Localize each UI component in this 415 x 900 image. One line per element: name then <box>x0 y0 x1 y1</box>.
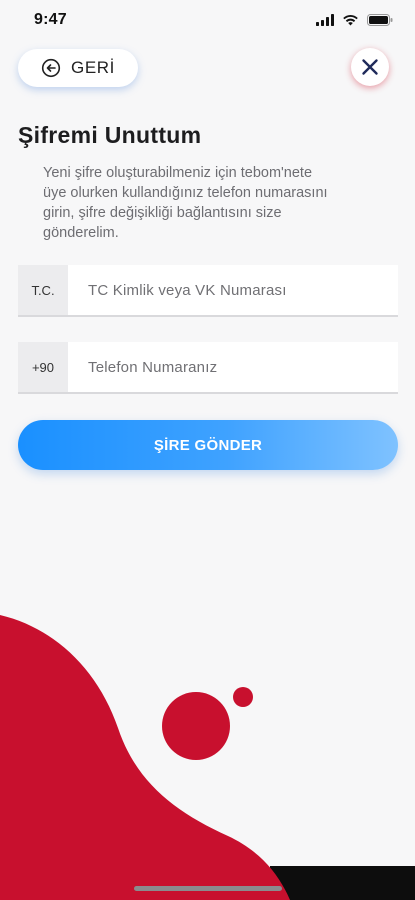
red-wave-shape <box>0 615 290 900</box>
status-time: 9:47 <box>34 11 67 28</box>
small-red-dot <box>233 687 253 707</box>
description-line: girin, şifre değişikliği bağlantısını si… <box>43 205 282 221</box>
close-button[interactable] <box>351 48 389 86</box>
wifi-icon <box>343 15 358 26</box>
forgot-password-screen: 9:47 GERİ Şifremi Unuttum Yeni şifre olu… <box>0 0 415 900</box>
phone-number-field: +90 <box>18 342 398 394</box>
large-red-dot <box>162 692 230 760</box>
close-icon <box>362 59 378 75</box>
back-button[interactable]: GERİ <box>18 49 138 87</box>
page-title: Şifremi Unuttum <box>18 122 202 148</box>
decorative-red-wave <box>0 615 415 900</box>
description-text: Yeni şifre oluşturabilmeniz için tebom'n… <box>43 163 383 243</box>
battery-icon <box>367 14 393 26</box>
signal-icon <box>316 14 334 26</box>
bottom-dark-strip <box>270 866 415 900</box>
phone-number-input[interactable] <box>68 342 398 392</box>
circle-arrow-left-icon <box>41 58 61 78</box>
status-bar: 9:47 <box>0 0 415 40</box>
id-prefix-label: T.C. <box>18 265 68 315</box>
id-number-field: T.C. <box>18 265 398 317</box>
send-password-button[interactable]: ŞİRE GÖNDER <box>18 420 398 470</box>
home-indicator <box>134 886 282 891</box>
status-icons <box>316 14 393 26</box>
back-button-label: GERİ <box>71 58 115 77</box>
description-line: gönderelim. <box>43 225 119 241</box>
description-line: üye olurken kullandığınız telefon numara… <box>43 185 328 201</box>
country-code-prefix: +90 <box>18 342 68 392</box>
id-number-input[interactable] <box>68 265 398 315</box>
description-line: Yeni şifre oluşturabilmeniz için tebom'n… <box>43 165 313 181</box>
